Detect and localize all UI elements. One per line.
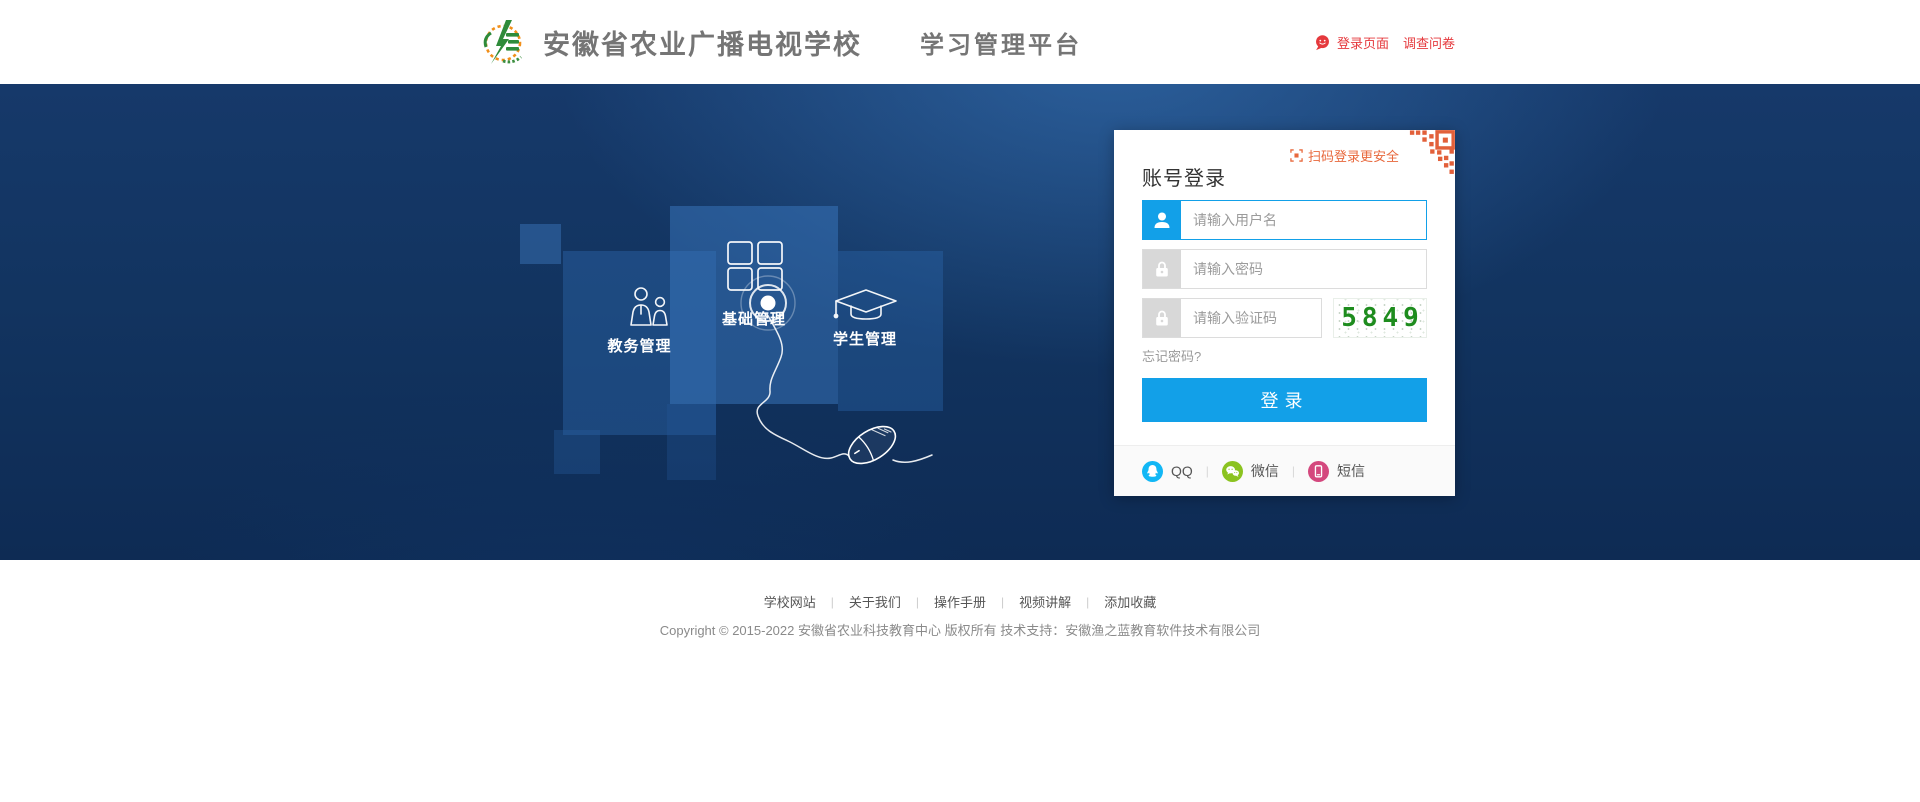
footer-links: 学校网站 | 关于我们 | 操作手册 | 视频讲解 | 添加收藏 [0, 592, 1920, 611]
wechat-login[interactable]: 微信 [1222, 461, 1279, 482]
mouse-cable-tail [893, 455, 932, 462]
hero-panel-center [670, 206, 838, 404]
social-separator: | [1292, 464, 1295, 478]
password-field-row [1142, 249, 1427, 289]
forgot-password-link[interactable]: 忘记密码? [1142, 346, 1201, 365]
footer: 学校网站 | 关于我们 | 操作手册 | 视频讲解 | 添加收藏 Copyrig… [0, 560, 1920, 639]
school-logo-icon [477, 16, 529, 68]
module-label-academic: 教务管理 [563, 335, 716, 356]
login-button[interactable]: 登录 [1142, 378, 1427, 422]
hero-banner: 教务管理 基础管理 学生管理 [0, 84, 1920, 560]
footer-separator: | [831, 595, 834, 609]
footer-link-school-site[interactable]: 学校网站 [764, 592, 816, 611]
chat-bubble-icon [1314, 34, 1331, 51]
footer-link-about[interactable]: 关于我们 [849, 592, 901, 611]
username-field-row [1142, 200, 1427, 240]
qq-login[interactable]: QQ [1142, 461, 1193, 482]
school-name: 安徽省农业广播电视学校 [543, 23, 862, 62]
social-separator: | [1206, 464, 1209, 478]
footer-link-video[interactable]: 视频讲解 [1019, 592, 1071, 611]
qq-icon [1142, 461, 1163, 482]
footer-separator: | [1001, 595, 1004, 609]
sms-phone-icon [1308, 461, 1329, 482]
scan-tip-label: 扫码登录更安全 [1308, 146, 1399, 165]
qr-mini-icon [1290, 149, 1303, 162]
header: 安徽省农业广播电视学校 学习管理平台 登录页面 调查问卷 [0, 0, 1920, 84]
lock-icon [1143, 250, 1181, 288]
wechat-label: 微信 [1251, 461, 1279, 481]
mouse-icon [842, 419, 901, 471]
hero-illustration [0, 84, 1920, 560]
captcha-image[interactable]: 5849 [1333, 298, 1427, 338]
hero-deco-square [667, 404, 716, 480]
footer-link-manual[interactable]: 操作手册 [934, 592, 986, 611]
hero-deco-square [520, 224, 561, 264]
captcha-lock-icon [1143, 299, 1181, 337]
username-input[interactable] [1181, 201, 1426, 239]
qr-code-corner[interactable] [1409, 130, 1455, 176]
login-page-link[interactable]: 登录页面 [1337, 33, 1389, 52]
sms-login[interactable]: 短信 [1308, 461, 1365, 482]
module-label-student: 学生管理 [810, 328, 920, 349]
captcha-input[interactable] [1181, 299, 1321, 337]
user-icon [1143, 201, 1181, 239]
wechat-icon [1222, 461, 1243, 482]
module-label-basic: 基础管理 [670, 308, 838, 329]
footer-separator: | [916, 595, 919, 609]
login-title: 账号登录 [1142, 162, 1226, 191]
platform-title: 学习管理平台 [920, 25, 1082, 60]
survey-link[interactable]: 调查问卷 [1403, 33, 1455, 52]
social-login-strip: QQ | 微信 | [1114, 445, 1455, 496]
qq-label: QQ [1171, 463, 1193, 479]
sms-label: 短信 [1337, 461, 1365, 481]
login-card: 扫码登录更安全 账号登录 [1114, 130, 1455, 496]
copyright-text: Copyright © 2015-2022 安徽省农业科技教育中心 版权所有 技… [0, 620, 1920, 639]
scan-login-toggle[interactable]: 扫码登录更安全 [1290, 146, 1399, 165]
footer-separator: | [1086, 595, 1089, 609]
hero-deco-square [554, 430, 600, 474]
password-input[interactable] [1181, 250, 1426, 288]
captcha-field-row [1142, 298, 1322, 338]
footer-link-favorite[interactable]: 添加收藏 [1104, 592, 1156, 611]
